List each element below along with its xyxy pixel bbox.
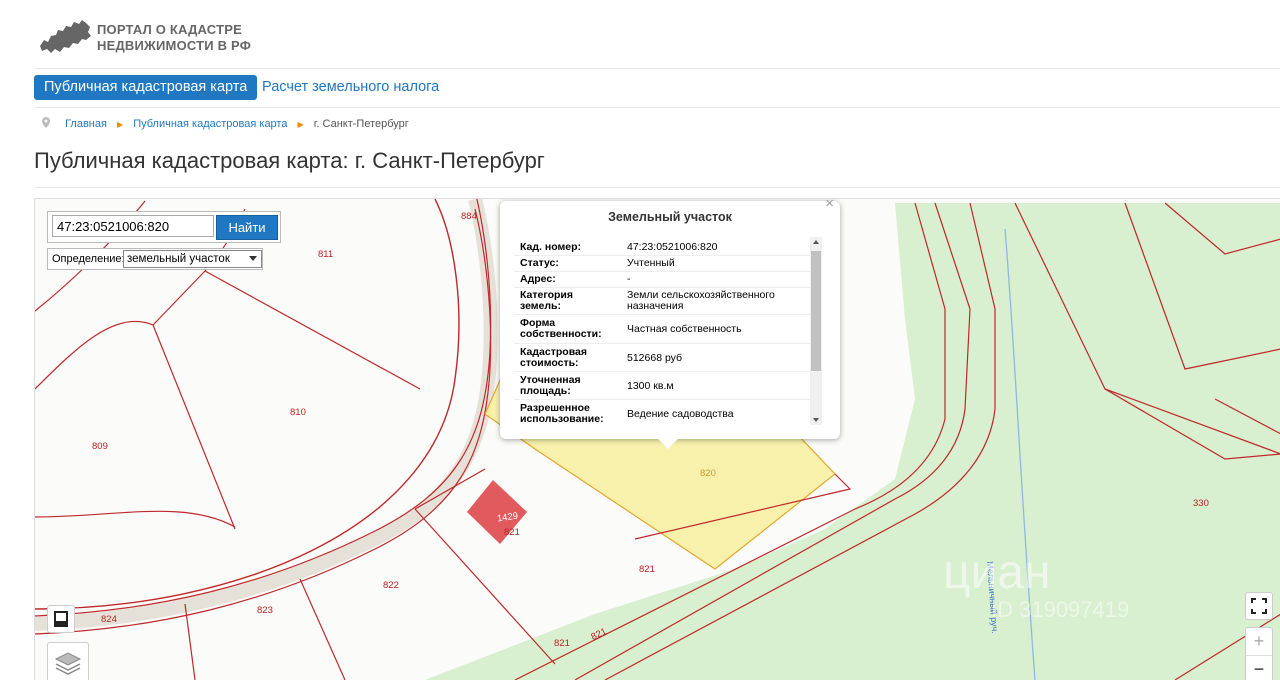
breadcrumb-map[interactable]: Публичная кадастровая карта — [133, 118, 287, 130]
parcel-label: 823 — [257, 605, 273, 616]
tab-land-tax[interactable]: Расчет земельного налога — [262, 75, 439, 100]
info-key: Разрешенное использование: — [520, 402, 604, 425]
parcel-label: 824 — [101, 614, 117, 625]
search-panel: Найти — [47, 211, 281, 243]
zoom-in-button[interactable]: + — [1246, 628, 1272, 656]
page-title: Публичная кадастровая карта: г. Санкт-Пе… — [34, 148, 545, 173]
info-value: Учтенный — [627, 257, 675, 269]
info-value: Ведение садоводства — [627, 408, 734, 420]
zoom-control: + − — [1245, 627, 1273, 680]
logo-text[interactable]: ПОРТАЛ О КАДАСТРЕ НЕДВИЖИМОСТИ В РФ — [97, 22, 251, 54]
popup-title: Земельный участок — [608, 210, 732, 224]
info-key: Кад. номер: — [520, 241, 582, 253]
scroll-down-icon[interactable] — [813, 418, 819, 422]
breadcrumb: Главная ▶ Публичная кадастровая карта ▶ … — [42, 117, 409, 131]
breadcrumb-home[interactable]: Главная — [65, 118, 107, 130]
zoom-out-button[interactable]: − — [1246, 656, 1272, 680]
info-key: Кадастровая стоимость: — [520, 346, 587, 369]
scrollbar-thumb[interactable] — [811, 251, 821, 371]
definition-select-value: земельный участок — [127, 253, 230, 265]
info-value: 1300 кв.м — [627, 380, 674, 392]
breadcrumb-separator-icon: ▶ — [117, 119, 124, 129]
definition-select[interactable]: земельный участок — [123, 250, 262, 268]
fullscreen-icon — [1251, 598, 1267, 614]
breadcrumb-separator-icon: ▶ — [297, 119, 304, 129]
parcel-label: 821 — [504, 527, 520, 538]
logo-line1: ПОРТАЛ О КАДАСТРЕ — [97, 22, 242, 37]
info-row: Статус: Учтенный — [514, 256, 810, 272]
parcel-label: 821 — [554, 638, 570, 649]
info-row: Адрес: - — [514, 272, 810, 288]
parcel-info-table: Кад. номер: 47:23:0521006:820 Статус: Уч… — [514, 239, 810, 427]
info-value: Земли сельскохозяйственного назначения — [627, 289, 775, 312]
parcel-label: 821 — [639, 564, 655, 575]
divider — [34, 187, 1280, 188]
tab-public-cadastral-map[interactable]: Публичная кадастровая карта — [34, 75, 258, 100]
info-row: Кадастровая стоимость: 512668 руб — [514, 344, 810, 372]
divider — [34, 107, 1280, 108]
divider — [34, 68, 1280, 69]
scroll-up-icon[interactable] — [813, 240, 819, 244]
panel-icon — [54, 611, 68, 627]
info-value: Частная собственность — [627, 323, 742, 335]
popup-scrollbar[interactable] — [810, 237, 822, 425]
info-row: Кад. номер: 47:23:0521006:820 — [514, 239, 810, 256]
info-row: Уточненная площадь: 1300 кв.м — [514, 372, 810, 400]
location-pin-icon — [42, 117, 62, 131]
cadastral-number-input[interactable] — [52, 215, 214, 237]
info-key: Адрес: — [520, 273, 556, 285]
layers-panel-button[interactable] — [47, 605, 75, 633]
logo-line2: НЕДВИЖИМОСТИ В РФ — [97, 38, 252, 53]
parcel-label: 820 — [700, 468, 716, 479]
info-key: Форма собственности: — [520, 317, 602, 340]
info-key: Категория земель: — [520, 289, 574, 312]
info-key: Статус: — [520, 257, 559, 269]
info-row: Форма собственности: Частная собственност… — [514, 315, 810, 344]
search-button[interactable]: Найти — [216, 215, 278, 240]
info-value: 512668 руб — [627, 352, 683, 364]
parcel-info-popup: × Земельный участок Кад. номер: 47:23:05… — [500, 199, 840, 449]
info-value: 47:23:0521006:820 — [627, 241, 718, 253]
site-header: ПОРТАЛ О КАДАСТРЕ НЕДВИЖИМОСТИ В РФ — [0, 0, 1280, 68]
parcel-label: 822 — [383, 580, 399, 591]
layers-icon — [54, 652, 82, 675]
cadastral-map[interactable]: 884 811 810 809 820 1429 821 821 821 821… — [34, 198, 1280, 680]
chevron-down-icon — [249, 256, 257, 261]
definition-panel: Определение: земельный участок — [47, 248, 263, 270]
parcel-label: 810 — [290, 407, 306, 418]
info-row: Категория земель: Земли сельскохозяйствен… — [514, 288, 810, 315]
parcel-label: 809 — [92, 441, 108, 452]
info-value: - — [627, 273, 631, 285]
definition-label: Определение: — [52, 253, 125, 265]
parcel-label: 884 — [461, 211, 477, 222]
cian-watermark-id: ID 319097419 — [991, 597, 1130, 622]
russia-map-logo-icon[interactable] — [38, 18, 92, 56]
breadcrumb-current: г. Санкт-Петербург — [313, 118, 409, 130]
layers-button[interactable] — [47, 642, 89, 680]
fullscreen-button[interactable] — [1245, 592, 1273, 620]
cian-watermark: циан — [943, 546, 1051, 599]
info-key: Уточненная площадь: — [520, 374, 581, 397]
info-row: Разрешенное использование: Ведение садово… — [514, 400, 810, 427]
parcel-label: 330 — [1193, 498, 1209, 509]
parcel-label: 811 — [318, 249, 334, 260]
